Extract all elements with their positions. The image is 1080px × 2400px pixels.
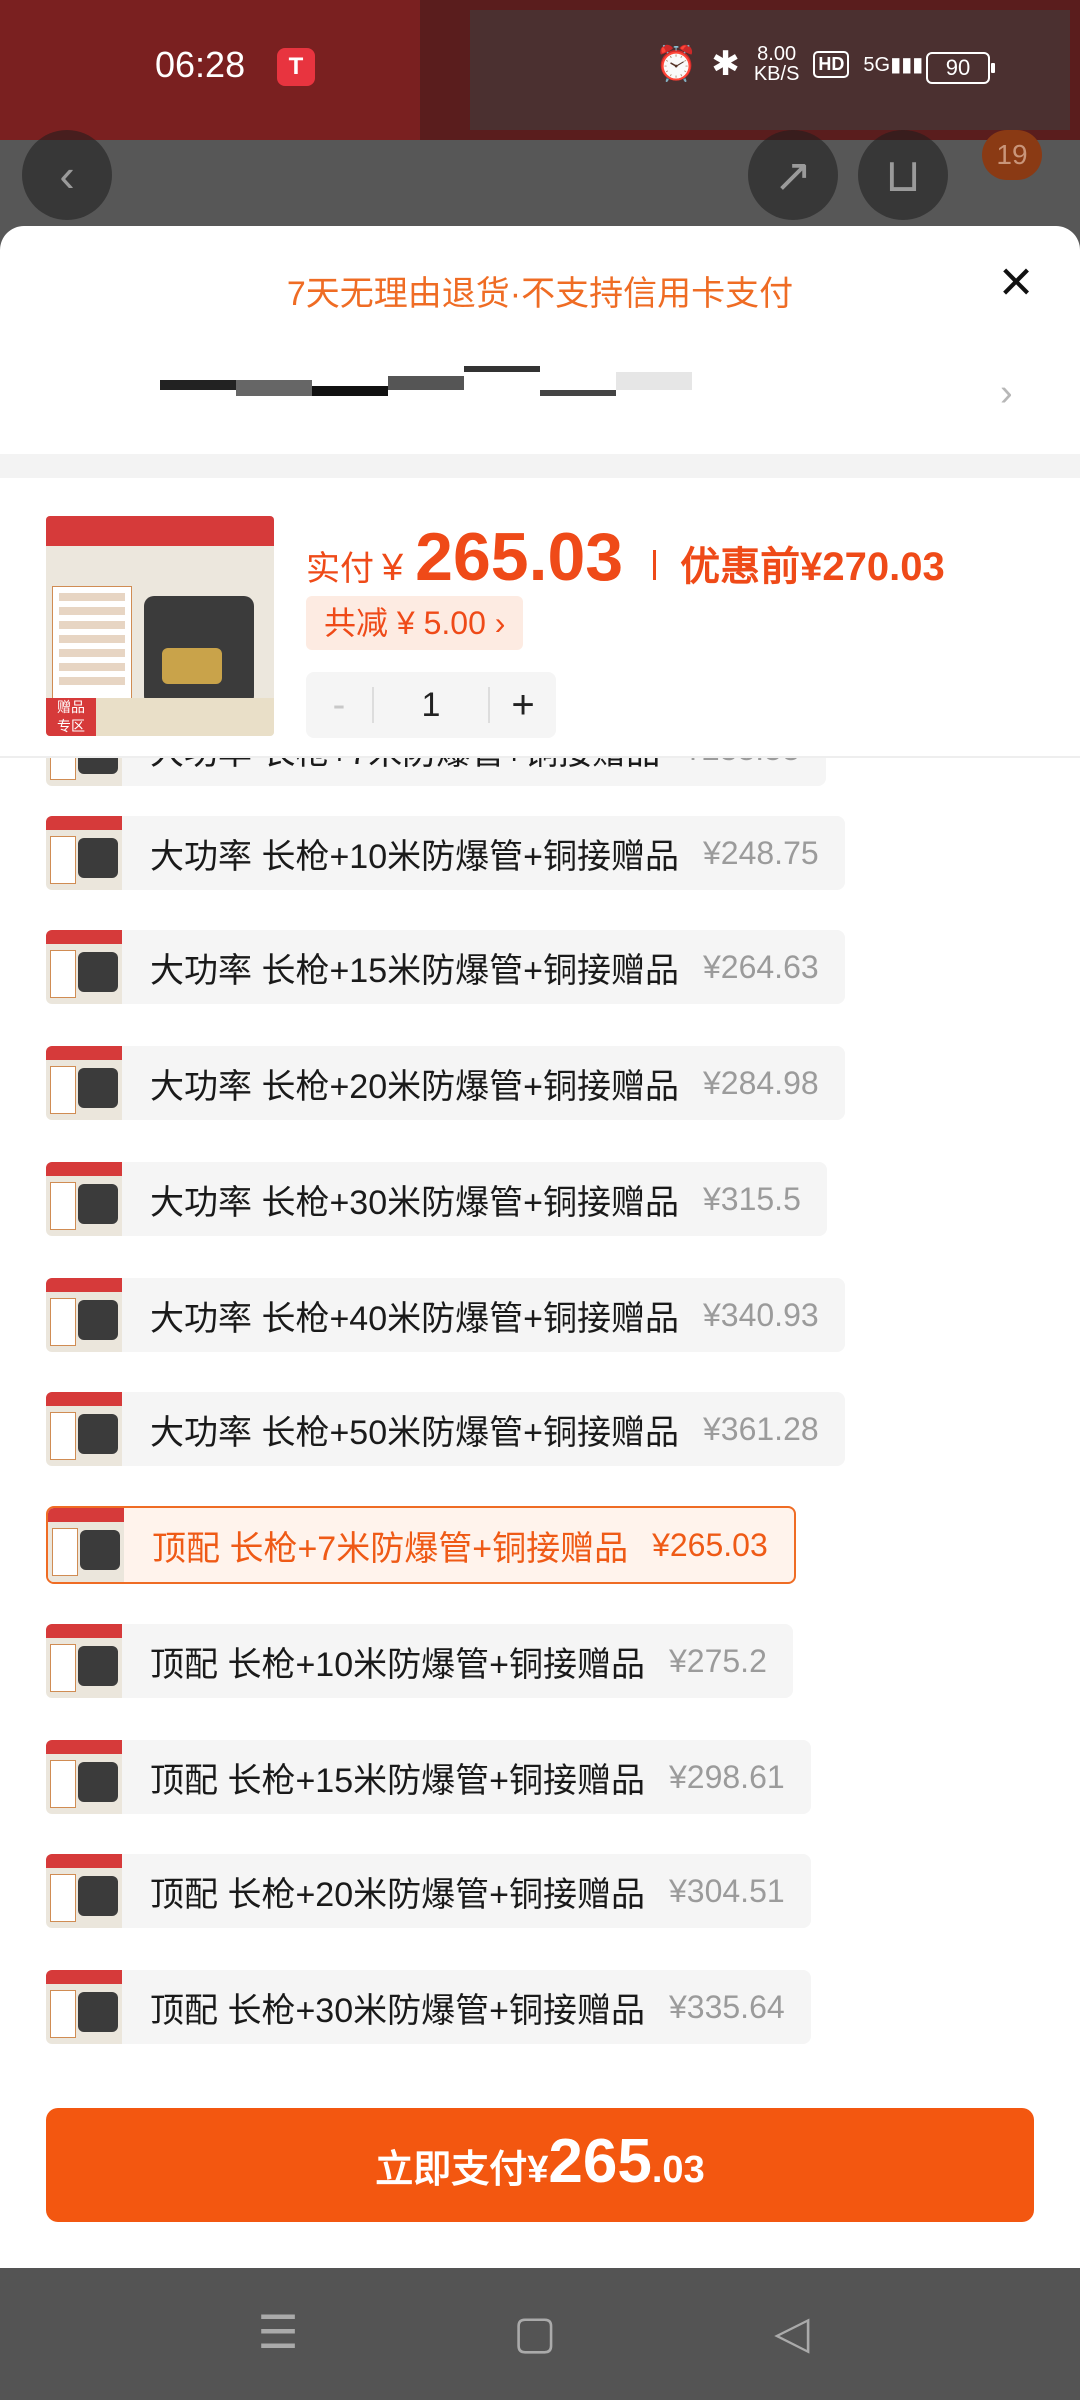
sku-sheet: 7天无理由退货·不支持信用卡支付 × › 赠品 专区 实付 ¥ 265.03 优惠…: [0, 226, 1080, 2268]
cart-count-badge: 19: [982, 130, 1042, 180]
option-price: ¥361.28: [702, 1410, 819, 1447]
network-type: 5G: [863, 53, 891, 76]
option-item[interactable]: 大功率 长枪+10米防爆管+铜接赠品 ¥248.75: [46, 816, 845, 890]
back-icon-bg: ‹: [22, 130, 112, 220]
option-thumbnail: [46, 930, 122, 1004]
option-price: ¥335.64: [668, 1988, 785, 2025]
battery-level: 90: [945, 55, 971, 80]
battery-icon: 90: [926, 52, 995, 84]
options-list[interactable]: 大功率 长枪+7米防爆管+铜接赠品 ¥238.58 大功率 长枪+10米防爆管+…: [0, 758, 1080, 2082]
option-item[interactable]: 顶配 长枪+10米防爆管+铜接赠品 ¥275.2: [46, 1624, 793, 1698]
app-notification-icon: T: [277, 48, 315, 86]
discount-button[interactable]: 共减 ¥ 5.00 ›: [306, 596, 524, 650]
option-label: 大功率 长枪+30米防爆管+铜接赠品: [150, 1183, 679, 1222]
net-speed-value: 8.00: [757, 43, 797, 65]
image-strip[interactable]: [160, 366, 970, 416]
option-item[interactable]: 大功率 长枪+30米防爆管+铜接赠品 ¥315.5: [46, 1162, 827, 1236]
pay-amount-integer: 265: [548, 2127, 652, 2196]
option-thumbnail: [46, 1740, 122, 1814]
option-item[interactable]: 大功率 长枪+20米防爆管+铜接赠品 ¥284.98: [46, 1046, 845, 1120]
alarm-icon: ⏰: [655, 45, 698, 83]
status-bar: 06:28 T ⏰ ✱ 8.00 KB/S HD 5G▮▮▮ 90: [0, 0, 1080, 130]
option-price: ¥265.03: [652, 1526, 768, 1563]
option-price: ¥238.58: [684, 758, 800, 768]
option-item[interactable]: 大功率 长枪+50米防爆管+铜接赠品 ¥361.28: [46, 1392, 845, 1466]
option-item[interactable]: 大功率 长枪+7米防爆管+铜接赠品 ¥238.58: [46, 758, 826, 786]
option-price: ¥248.75: [702, 834, 819, 871]
option-thumbnail: [46, 1046, 122, 1120]
back-icon[interactable]: ◁: [757, 2302, 827, 2362]
option-thumbnail: [46, 1392, 122, 1466]
system-nav-bar: ☰ ▢ ◁: [0, 2268, 1080, 2400]
option-thumbnail: [46, 758, 122, 786]
price-label: 实付: [306, 550, 374, 588]
option-price: ¥315.5: [702, 1180, 801, 1217]
close-icon[interactable]: ×: [990, 253, 1042, 311]
discount-text: 共减 ¥ 5.00: [324, 605, 486, 641]
option-item[interactable]: 顶配 长枪+30米防爆管+铜接赠品 ¥335.64: [46, 1970, 811, 2044]
option-label: 大功率 长枪+15米防爆管+铜接赠品: [150, 951, 679, 990]
option-item-selected[interactable]: 顶配 长枪+7米防爆管+铜接赠品 ¥265.03: [46, 1506, 796, 1584]
option-label: 大功率 长枪+20米防爆管+铜接赠品: [150, 1067, 679, 1106]
hd-badge: HD: [813, 50, 850, 78]
option-price: ¥264.63: [702, 948, 819, 985]
option-thumbnail: [46, 1162, 122, 1236]
option-item[interactable]: 大功率 长枪+40米防爆管+铜接赠品 ¥340.93: [46, 1278, 845, 1352]
option-label: 大功率 长枪+7米防爆管+铜接赠品: [150, 758, 660, 774]
option-item[interactable]: 顶配 长枪+20米防爆管+铜接赠品 ¥304.51: [46, 1854, 811, 1928]
cart-icon-bg: ⊔: [858, 130, 948, 220]
option-price: ¥284.98: [702, 1064, 819, 1101]
net-speed: 8.00 KB/S: [754, 44, 800, 84]
option-label: 大功率 长枪+10米防爆管+铜接赠品: [150, 837, 679, 876]
price-separator: [653, 550, 657, 580]
option-label: 大功率 长枪+50米防爆管+铜接赠品: [150, 1413, 679, 1452]
option-thumbnail: [46, 1624, 122, 1698]
option-price: ¥340.93: [702, 1296, 819, 1333]
status-time: 06:28: [155, 44, 246, 85]
option-thumbnail: [46, 1854, 122, 1928]
chevron-right-icon[interactable]: ›: [1000, 372, 1013, 415]
option-price: ¥298.61: [668, 1758, 785, 1795]
chevron-right-icon: ›: [494, 605, 506, 641]
pay-button-label: 立即支付¥: [375, 2149, 549, 2191]
product-thumbnail[interactable]: 赠品 专区: [46, 516, 274, 736]
quantity-stepper: - 1 +: [306, 672, 556, 738]
return-policy-notice: 7天无理由退货·不支持信用卡支付: [286, 275, 794, 313]
bluetooth-icon: ✱: [711, 45, 740, 83]
price-value: 265.03: [415, 519, 624, 595]
price-before-discount: 优惠前¥270.03: [680, 545, 945, 589]
decrement-button[interactable]: -: [306, 684, 372, 727]
option-label: 顶配 长枪+20米防爆管+铜接赠品: [150, 1875, 645, 1914]
option-thumbnail: [46, 1278, 122, 1352]
option-label: 大功率 长枪+40米防爆管+铜接赠品: [150, 1299, 679, 1338]
share-icon-bg: ↗: [748, 130, 838, 220]
option-price: ¥304.51: [668, 1872, 785, 1909]
option-thumbnail: [46, 816, 122, 890]
net-speed-unit: KB/S: [753, 63, 800, 85]
signal-icon: 5G▮▮▮: [863, 53, 924, 76]
option-thumbnail: [48, 1508, 124, 1582]
option-item[interactable]: 顶配 长枪+15米防爆管+铜接赠品 ¥298.61: [46, 1740, 811, 1814]
price-currency: ¥: [382, 547, 404, 589]
option-label: 顶配 长枪+7米防爆管+铜接赠品: [152, 1529, 629, 1568]
option-price: ¥275.2: [668, 1642, 767, 1679]
option-label: 顶配 长枪+10米防爆管+铜接赠品: [150, 1645, 645, 1684]
option-label: 顶配 长枪+15米防爆管+铜接赠品: [150, 1761, 645, 1800]
section-divider: [0, 454, 1080, 478]
quantity-value[interactable]: 1: [374, 686, 488, 725]
option-thumbnail: [46, 1970, 122, 2044]
pay-amount-decimal: .03: [651, 2149, 705, 2191]
option-label: 顶配 长枪+30米防爆管+铜接赠品: [150, 1991, 645, 2030]
option-item[interactable]: 大功率 长枪+15米防爆管+铜接赠品 ¥264.63: [46, 930, 845, 1004]
increment-button[interactable]: +: [490, 683, 556, 728]
price-row: 实付 ¥ 265.03 优惠前¥270.03: [306, 518, 945, 608]
menu-icon[interactable]: ☰: [243, 2302, 313, 2362]
home-icon[interactable]: ▢: [500, 2302, 570, 2362]
pay-now-button[interactable]: 立即支付¥ 265 .03: [46, 2108, 1034, 2222]
